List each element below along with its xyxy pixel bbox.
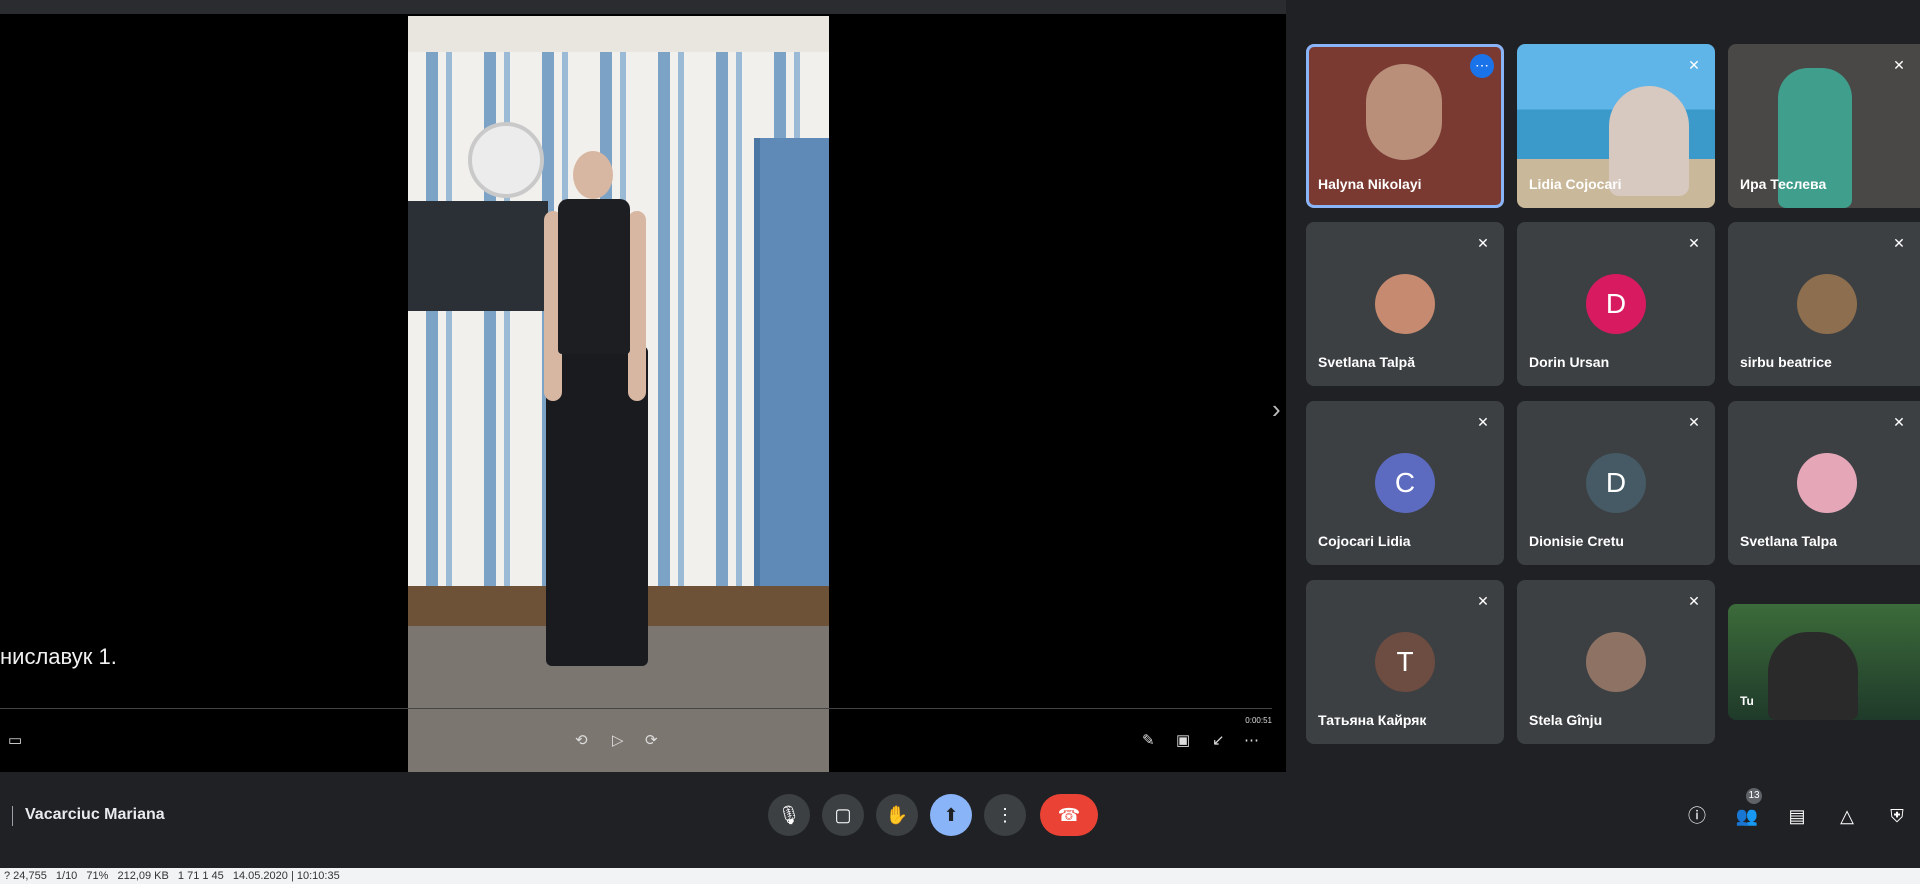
participant-video — [1366, 64, 1442, 160]
participant-name: Cojocari Lidia — [1318, 533, 1411, 549]
status-segment: 71% — [86, 870, 109, 882]
participant-tile[interactable]: ✕ Stela Gînju — [1517, 580, 1715, 744]
avatar — [1586, 632, 1646, 692]
avatar: C — [1375, 453, 1435, 513]
status-segment: 212,09 KB — [117, 870, 169, 882]
avatar: T — [1375, 632, 1435, 692]
participant-name: sirbu beatrice — [1740, 354, 1832, 370]
participant-tile[interactable]: ✕ C Cojocari Lidia — [1306, 401, 1504, 565]
mic-off-icon: ✕ — [1688, 57, 1700, 73]
more-icon[interactable]: ⋯ — [1244, 731, 1259, 749]
more-options-icon[interactable]: ⋮ — [984, 794, 1026, 836]
avatar — [1375, 274, 1435, 334]
participant-tile[interactable]: ✕ T Татьяна Кайряк — [1306, 580, 1504, 744]
participant-name: Dionisie Cretu — [1529, 533, 1624, 549]
presentation-video — [408, 16, 829, 772]
avatar — [1797, 453, 1857, 513]
mic-icon[interactable]: 🎙 — [768, 794, 810, 836]
participant-name: Lidia Cojocari — [1529, 176, 1622, 192]
mic-off-icon: ✕ — [1477, 593, 1489, 609]
present-screen-icon[interactable]: ⬆ — [930, 794, 972, 836]
participant-tile[interactable]: Tu — [1728, 604, 1920, 720]
participant-tile[interactable]: ✕ Svetlana Talpă — [1306, 222, 1504, 386]
mic-off-icon: ✕ — [1688, 593, 1700, 609]
raise-hand-icon[interactable]: ✋ — [876, 794, 918, 836]
participant-name: Svetlana Talpă — [1318, 354, 1416, 370]
slide-caption: ниславук 1. — [0, 644, 117, 669]
pen-icon[interactable]: ✎ — [1142, 731, 1155, 749]
participant-tile[interactable]: ✕ sirbu beatrice — [1728, 222, 1920, 386]
end-call-icon[interactable]: ☎ — [1040, 794, 1098, 836]
participant-tile[interactable]: ✕ Ира Теслева — [1728, 44, 1920, 208]
status-bar: ? 24,755 1/10 71% 212,09 KB 1 71 1 45 14… — [0, 868, 1920, 884]
people-icon[interactable]: 👥 — [1733, 802, 1761, 830]
chevron-right-icon[interactable]: › — [1272, 394, 1281, 425]
status-segment: 1 71 1 45 — [177, 870, 224, 882]
forward-icon[interactable]: ⟳ — [645, 731, 658, 749]
status-segment: ? 24,755 — [4, 870, 47, 882]
meeting-name: Vacarciuc Mariana — [25, 806, 165, 823]
status-segment: 1/10 — [55, 870, 78, 882]
mic-off-icon: ✕ — [1688, 235, 1700, 251]
status-segment: 14.05.2020 | 10:10:35 — [232, 870, 340, 882]
participant-tile[interactable]: ✕ D Dorin Ursan — [1517, 222, 1715, 386]
video-time: 0:00:51 — [1245, 716, 1272, 725]
participant-name: Dorin Ursan — [1529, 354, 1610, 370]
presentation-stage[interactable]: ниславук 1. 0:00:51 ▭ ⟲ ▷ ⟳ ✎ ▣ ↙ ⋯ › — [0, 14, 1286, 772]
standing-person — [518, 141, 678, 671]
rewind-icon[interactable]: ⟲ — [575, 731, 588, 749]
participant-name: Татьяна Кайряк — [1318, 712, 1427, 728]
participant-name: Svetlana Talpa — [1740, 533, 1838, 549]
activities-icon[interactable]: △ — [1833, 802, 1861, 830]
host-controls-icon[interactable]: ⛨ — [1883, 802, 1911, 830]
video-progress-bar[interactable] — [0, 708, 1272, 709]
subtitles-icon[interactable]: ▭ — [8, 731, 22, 749]
mic-off-icon: ✕ — [1477, 414, 1489, 430]
chat-icon[interactable]: ▤ — [1783, 802, 1811, 830]
participant-name: Tu — [1740, 694, 1754, 708]
mic-off-icon: ✕ — [1688, 414, 1700, 430]
participant-tile[interactable]: ⋯ Halyna Nikolayi — [1306, 44, 1504, 208]
info-icon[interactable]: ⓘ — [1683, 802, 1711, 830]
participant-tile[interactable]: ✕ Lidia Cojocari — [1517, 44, 1715, 208]
participant-name: Halyna Nikolayi — [1318, 176, 1422, 192]
exit-fullscreen-icon[interactable]: ↙ — [1212, 731, 1225, 749]
participant-video — [1768, 632, 1858, 720]
avatar: D — [1586, 274, 1646, 334]
top-strip — [0, 0, 1286, 14]
ceiling — [408, 16, 829, 52]
participant-tile[interactable]: ✕ D Dionisie Cretu — [1517, 401, 1715, 565]
participant-tile[interactable]: ✕ Svetlana Talpa — [1728, 401, 1920, 565]
divider — [12, 806, 13, 826]
avatar: D — [1586, 453, 1646, 513]
captions-icon[interactable]: ▣ — [1176, 731, 1190, 749]
play-icon[interactable]: ▷ — [612, 731, 624, 749]
blue-door — [754, 138, 829, 591]
participant-name: Stela Gînju — [1529, 712, 1603, 728]
mic-off-icon: ✕ — [1893, 235, 1905, 251]
camera-icon[interactable]: ▢ — [822, 794, 864, 836]
more-options-icon[interactable]: ⋯ — [1470, 54, 1494, 78]
mic-off-icon: ✕ — [1893, 414, 1905, 430]
mic-off-icon: ✕ — [1893, 57, 1905, 73]
participant-name: Ира Теслева — [1740, 176, 1827, 192]
mic-off-icon: ✕ — [1477, 235, 1489, 251]
avatar — [1797, 274, 1857, 334]
